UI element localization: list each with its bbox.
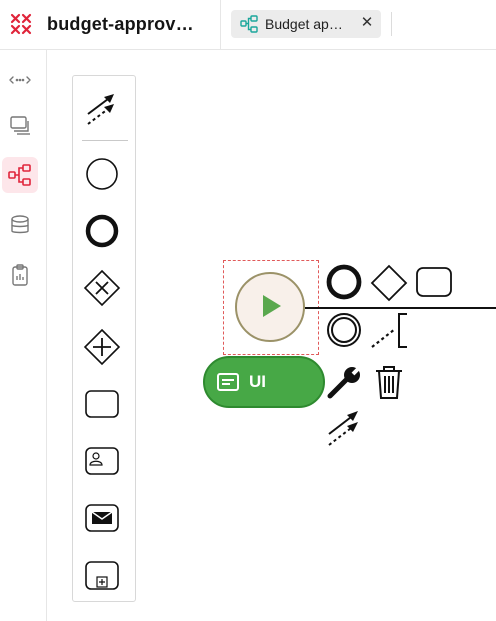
process-diagram-icon [8,164,31,186]
append-intermediate-event-icon[interactable] [325,311,363,349]
global-connect-tool-icon[interactable] [82,88,122,128]
change-type-wrench-icon[interactable] [325,362,365,402]
palette-separator [82,140,128,141]
sidebar-item-pages[interactable] [2,107,38,143]
top-bar: budget-approv… Budget ap… ✕ [0,0,496,50]
stacked-pages-icon [10,116,30,135]
message-task-icon[interactable] [82,498,122,538]
close-icon[interactable]: ✕ [359,13,375,31]
divider [391,12,392,36]
sidebar-item-api[interactable] [2,62,38,98]
delete-trash-icon[interactable] [371,362,407,402]
task-icon[interactable] [82,384,122,424]
form-card-icon [217,373,239,391]
database-icon [11,215,29,234]
append-gateway-icon[interactable] [369,263,409,303]
parallel-gateway-icon[interactable] [82,327,122,367]
exclusive-gateway-icon[interactable] [82,268,122,308]
sidebar [0,50,47,621]
tab-budget-approval[interactable]: Budget ap… ✕ [231,10,381,38]
process-diagram-icon [240,15,258,33]
sidebar-item-clipboard[interactable] [2,257,38,293]
append-end-event-icon[interactable] [325,263,363,301]
api-arrows-icon [9,76,31,84]
subprocess-icon[interactable] [82,556,122,596]
ui-component-button[interactable]: UI [203,356,325,408]
ui-pill-label: UI [249,372,266,391]
clipboard-icon [12,264,28,286]
tab-label: Budget ap… [265,16,343,32]
connect-icon[interactable] [325,408,365,448]
x-logo-icon[interactable] [10,13,32,35]
sidebar-item-database[interactable] [2,207,38,243]
divider [220,0,221,49]
sequence-flow[interactable] [305,307,496,309]
play-icon [263,295,281,317]
end-event-icon[interactable] [82,211,122,251]
app-title: budget-approv… [47,14,194,34]
append-text-annotation-icon[interactable] [369,311,409,351]
append-task-icon[interactable] [414,265,454,299]
user-task-icon[interactable] [82,441,122,481]
start-event-icon[interactable] [82,154,122,194]
sidebar-item-processes[interactable] [2,157,38,193]
